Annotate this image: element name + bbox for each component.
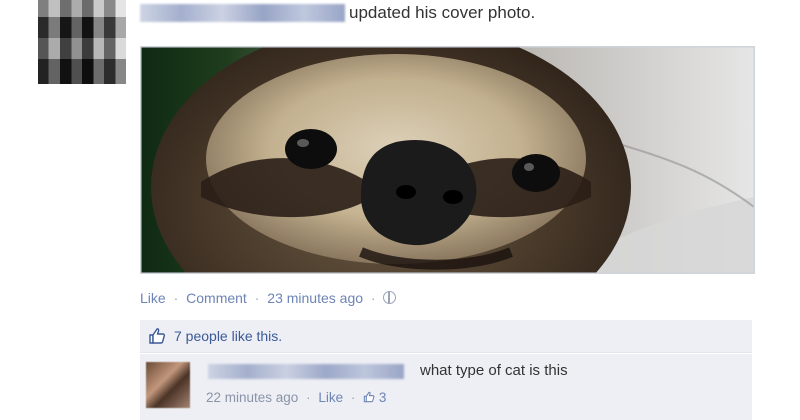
separator-dot: · xyxy=(254,290,260,306)
cover-photo[interactable] xyxy=(140,46,755,274)
commenter-avatar[interactable] xyxy=(146,362,190,408)
post-headline: updated his cover photo. xyxy=(349,3,536,22)
commenter-name-redacted[interactable] xyxy=(208,364,404,379)
thumbs-up-icon xyxy=(363,391,375,403)
thumbs-up-icon xyxy=(149,328,166,344)
comment: what type of cat is this 22 minutes ago … xyxy=(140,354,752,420)
cover-photo-image xyxy=(141,47,754,273)
comment-like-count[interactable]: 3 xyxy=(379,390,387,405)
comment-meta: 22 minutes ago · Like · 3 xyxy=(206,390,386,405)
separator-dot: · xyxy=(306,390,311,405)
separator-dot: · xyxy=(370,290,376,306)
post-comment-link[interactable]: Comment xyxy=(186,290,247,306)
poster-avatar[interactable] xyxy=(38,0,126,84)
post-like-link[interactable]: Like xyxy=(140,290,166,306)
comment-like-link[interactable]: Like xyxy=(318,390,343,405)
separator-dot: · xyxy=(173,290,179,306)
likes-count-text[interactable]: 7 people like this. xyxy=(174,328,282,344)
post-actions: Like · Comment · 23 minutes ago · xyxy=(140,290,397,306)
globe-icon[interactable] xyxy=(383,291,397,304)
poster-name-redacted[interactable] xyxy=(140,4,345,22)
comment-timestamp[interactable]: 22 minutes ago xyxy=(206,390,298,405)
comment-text: what type of cat is this xyxy=(420,362,568,379)
separator-dot: · xyxy=(350,390,356,405)
post-timestamp[interactable]: 23 minutes ago xyxy=(267,290,363,306)
likes-summary: 7 people like this. xyxy=(140,320,752,353)
